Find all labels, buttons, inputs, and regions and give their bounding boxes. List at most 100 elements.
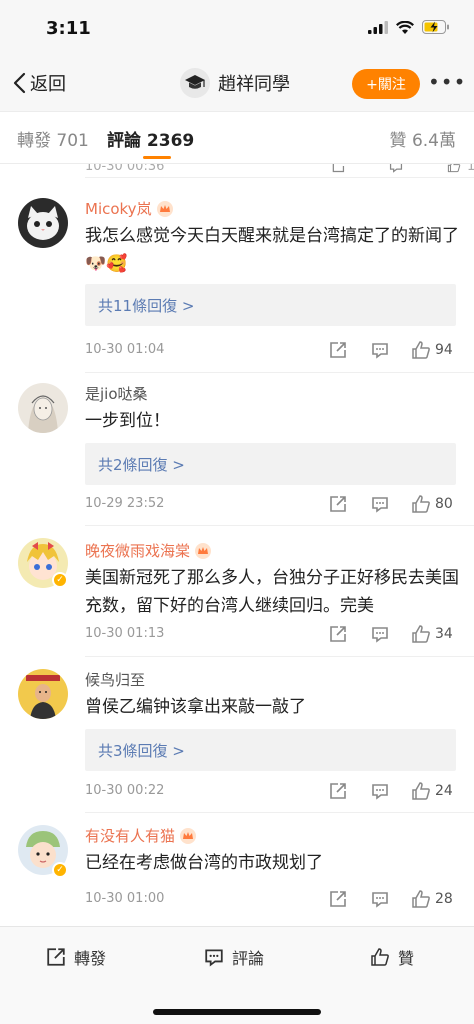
comment-text: 曾侯乙编钟该拿出来敲一敲了 [85, 697, 306, 717]
comment-meta: 10-30 00:22 24 [85, 781, 459, 803]
comment-time: 10-30 01:13 [85, 626, 165, 641]
user-avatar [180, 68, 210, 98]
comment-item: Micoky岚 我怎么感觉今天白天醒来就是台湾搞定了的新闻了🐶🥰 共11條回復 … [0, 178, 474, 359]
like-button[interactable]: 80 [411, 494, 453, 514]
comment-meta: 10-30 01:04 94 [85, 340, 459, 362]
comment-time: 10-30 01:04 [85, 342, 165, 357]
like-count: 80 [435, 496, 453, 512]
partial-actions: 103 [329, 164, 474, 174]
chevron-left-icon [13, 72, 26, 94]
author-name: 晚夜微雨戏海棠 [85, 542, 191, 560]
like-count: 24 [435, 783, 453, 799]
member-crown-icon [156, 200, 173, 217]
more-options-button[interactable]: ••• [428, 72, 466, 92]
share-icon[interactable] [329, 341, 347, 359]
like-icon[interactable] [445, 164, 463, 173]
member-crown-icon [195, 542, 212, 559]
navigation-bar: 返回 趙祥同學 +關注 ••• [0, 56, 474, 112]
comment-label: 評論 [232, 949, 265, 968]
share-icon [47, 948, 65, 966]
person-avatar-image [18, 669, 68, 719]
comment-text: 我怎么感觉今天白天醒来就是台湾搞定了的新闻了🐶🥰 [85, 226, 459, 274]
comment-item: 晚夜微雨戏海棠 美国新冠死了那么多人，台独分子正好移民去美国充数，留下好的台湾人… [0, 526, 474, 660]
page-title: 趙祥同學 [218, 74, 290, 95]
avatar[interactable] [18, 383, 68, 433]
follow-button[interactable]: +關注 [352, 69, 420, 99]
comment-author[interactable]: 晚夜微雨戏海棠 [85, 540, 212, 561]
comment-item: 是jio哒桑 一步到位！ 共2條回復 > 10-29 23:52 80 [0, 373, 474, 528]
like-count: 34 [435, 626, 453, 642]
comment-icon[interactable] [371, 782, 389, 800]
comment-author[interactable]: Micoky岚 [85, 198, 174, 219]
repost-button[interactable]: 轉發 [46, 945, 106, 969]
comment-icon[interactable] [371, 495, 389, 513]
comment-time: 10-30 00:22 [85, 783, 165, 798]
share-icon[interactable] [329, 495, 347, 513]
verified-badge: ✓ [52, 862, 68, 878]
graduation-cap-icon [185, 75, 205, 89]
comment-author[interactable]: 候鸟归至 [85, 669, 145, 690]
comment-icon[interactable] [371, 625, 389, 643]
cellular-signal-icon [368, 20, 388, 34]
avatar[interactable] [18, 669, 68, 719]
like-label: 贊 [398, 949, 415, 968]
comment-author[interactable]: 有没有人有猫 [85, 825, 197, 846]
thumbs-up-icon [412, 890, 430, 908]
home-indicator [153, 1009, 321, 1015]
member-crown-icon [180, 827, 197, 844]
comment-item: 候鸟归至 曾侯乙编钟该拿出来敲一敲了 共3條回復 > 10-30 00:22 2… [0, 657, 474, 809]
comment-text: 一步到位！ [85, 411, 170, 431]
status-time: 3:11 [46, 18, 91, 39]
comment-meta: 10-29 23:52 80 [85, 494, 459, 516]
tab-repost[interactable]: 轉發 701 [17, 126, 89, 151]
tab-like[interactable]: 贊 6.4萬 [390, 126, 456, 151]
back-label: 返回 [30, 74, 66, 95]
view-replies-link[interactable]: 共11條回復 > [85, 284, 456, 326]
comment-time: 10-30 01:00 [85, 891, 165, 906]
comment-meta: 10-30 01:00 28 [85, 889, 459, 911]
sketch-portrait-avatar-image [18, 383, 68, 433]
like-button[interactable]: 24 [411, 781, 453, 801]
repost-label: 轉發 [74, 949, 107, 968]
share-icon[interactable] [329, 164, 347, 173]
comment-author[interactable]: 是jio哒桑 [85, 383, 148, 404]
avatar[interactable] [18, 198, 68, 248]
comment-time: 10-30 00:36 [85, 164, 165, 174]
thumbs-up-icon [412, 495, 430, 513]
view-replies-link[interactable]: 共3條回復 > [85, 729, 456, 771]
like-button[interactable]: 贊 [370, 945, 414, 969]
thumbs-up-icon [371, 948, 389, 966]
like-button[interactable]: 28 [411, 889, 453, 909]
share-icon[interactable] [329, 890, 347, 908]
verified-badge: ✓ [52, 572, 68, 588]
status-icons [368, 20, 450, 34]
like-button[interactable]: 94 [411, 340, 453, 360]
like-count: 103 [467, 164, 474, 174]
share-icon[interactable] [329, 625, 347, 643]
share-icon[interactable] [329, 782, 347, 800]
comment-icon [205, 949, 223, 967]
comment-icon[interactable] [387, 164, 405, 173]
comment-text: 美国新冠死了那么多人，台独分子正好移民去美国充数，留下好的台湾人继续回归。完美 [85, 568, 459, 616]
tab-comment[interactable]: 評論 2369 [107, 126, 194, 151]
author-name: Micoky岚 [85, 200, 152, 218]
view-replies-link[interactable]: 共2條回復 > [85, 443, 456, 485]
comment-icon[interactable] [371, 341, 389, 359]
comment-icon[interactable] [371, 890, 389, 908]
comment-list: 10-30 00:36 103 Micoky岚 我怎么感觉今天白天醒来就 [0, 164, 474, 926]
back-button[interactable]: 返回 [12, 70, 66, 96]
cat-avatar-image [18, 198, 68, 248]
comment-text: 已经在考虑做台湾的市政规划了 [85, 853, 323, 873]
partial-comment-meta: 10-30 00:36 103 [85, 164, 474, 176]
thumbs-up-icon [412, 625, 430, 643]
thumbs-up-icon [412, 782, 430, 800]
like-count: 94 [435, 342, 453, 358]
like-count: 28 [435, 891, 453, 907]
status-bar: 3:11 [0, 0, 474, 56]
author-name: 有没有人有猫 [85, 827, 176, 845]
battery-charging-icon [422, 20, 449, 34]
nav-user[interactable]: 趙祥同學 [180, 68, 290, 98]
active-tab-indicator [143, 156, 171, 159]
comment-button[interactable]: 評論 [204, 945, 264, 969]
like-button[interactable]: 34 [411, 624, 453, 644]
